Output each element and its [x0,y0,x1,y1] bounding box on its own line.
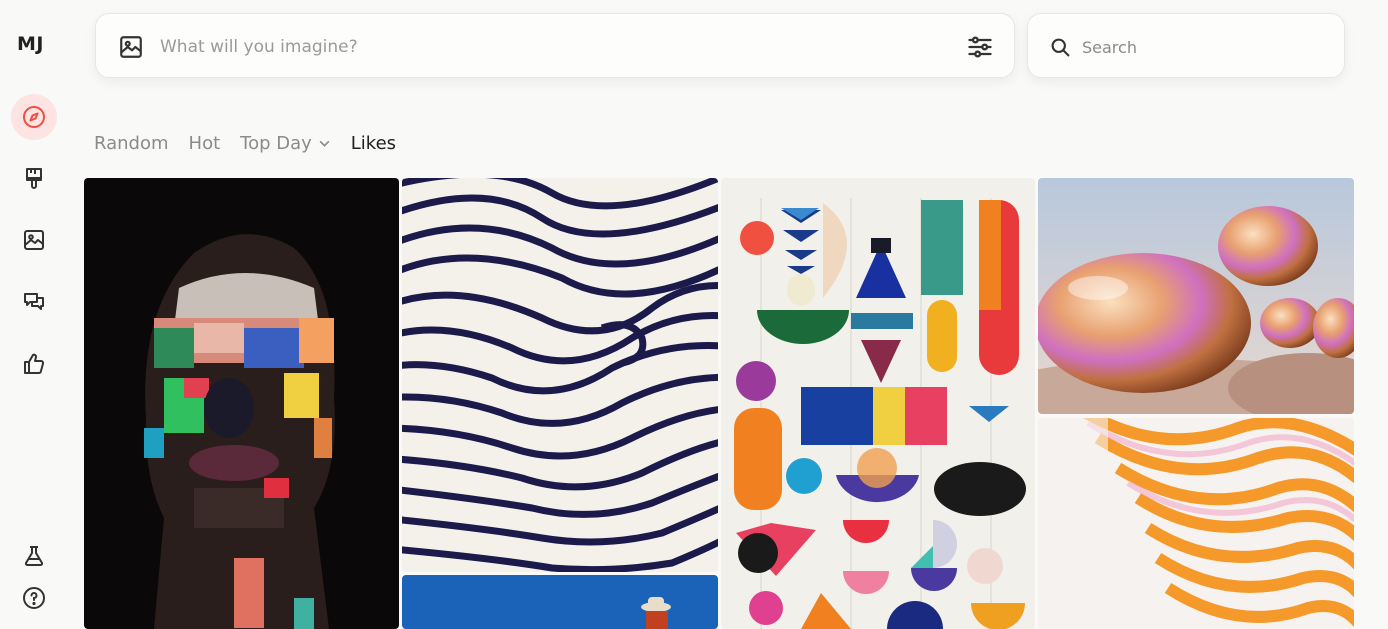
tab-label: Likes [350,133,397,154]
tab-label: Top Day [240,133,312,154]
compass-icon [23,106,45,128]
sidebar-item-labs[interactable] [11,533,57,579]
blue-figure-artwork [402,575,718,629]
add-image-icon[interactable] [118,34,144,60]
search-input[interactable] [1082,35,1322,59]
sidebar-item-organize[interactable] [11,217,57,263]
portrait-artwork [84,178,399,629]
chat-icon [24,293,44,310]
gallery-image-painted-portrait[interactable] [84,178,399,629]
chevron-down-icon [319,140,330,147]
tab-hot[interactable]: Hot [189,133,221,154]
search-box [1027,13,1345,78]
sidebar-item-explore[interactable] [11,94,57,140]
logo[interactable]: MJ [17,33,44,55]
gallery-image-blue-hat-figure[interactable] [402,575,718,629]
gallery-image-iridescent-spheres[interactable] [1038,178,1354,414]
thumbs-up-icon [24,353,45,374]
spheres-artwork [1038,178,1354,414]
sidebar-item-help[interactable] [11,575,57,621]
image-gallery [84,178,1354,629]
tab-likes[interactable]: Likes [351,133,396,154]
sidebar-item-rate[interactable] [11,341,57,387]
fingerprint-artwork [402,178,718,572]
gallery-image-geometric-shapes[interactable] [721,178,1035,629]
filter-tabs: Random Hot Top Day Likes [94,133,396,154]
settings-sliders-icon[interactable] [966,33,994,61]
waves-artwork [1038,418,1354,629]
prompt-input[interactable] [160,33,940,61]
prompt-bar [95,13,1015,78]
flask-icon [24,546,44,566]
tab-label: Random [94,133,169,154]
sidebar: MJ [0,0,68,629]
image-icon [24,230,44,250]
gallery-image-orange-waves[interactable] [1038,418,1354,629]
tab-label: Hot [188,133,221,154]
search-icon [1051,38,1070,57]
paintbrush-icon [26,168,42,189]
help-icon [23,587,45,609]
gallery-image-fingerprint-lines[interactable] [402,178,718,572]
sidebar-item-chat[interactable] [11,279,57,325]
tab-top-day[interactable]: Top Day [240,133,331,154]
tab-random[interactable]: Random [94,133,169,154]
geometric-artwork [721,178,1035,629]
sidebar-item-create[interactable] [11,155,57,201]
